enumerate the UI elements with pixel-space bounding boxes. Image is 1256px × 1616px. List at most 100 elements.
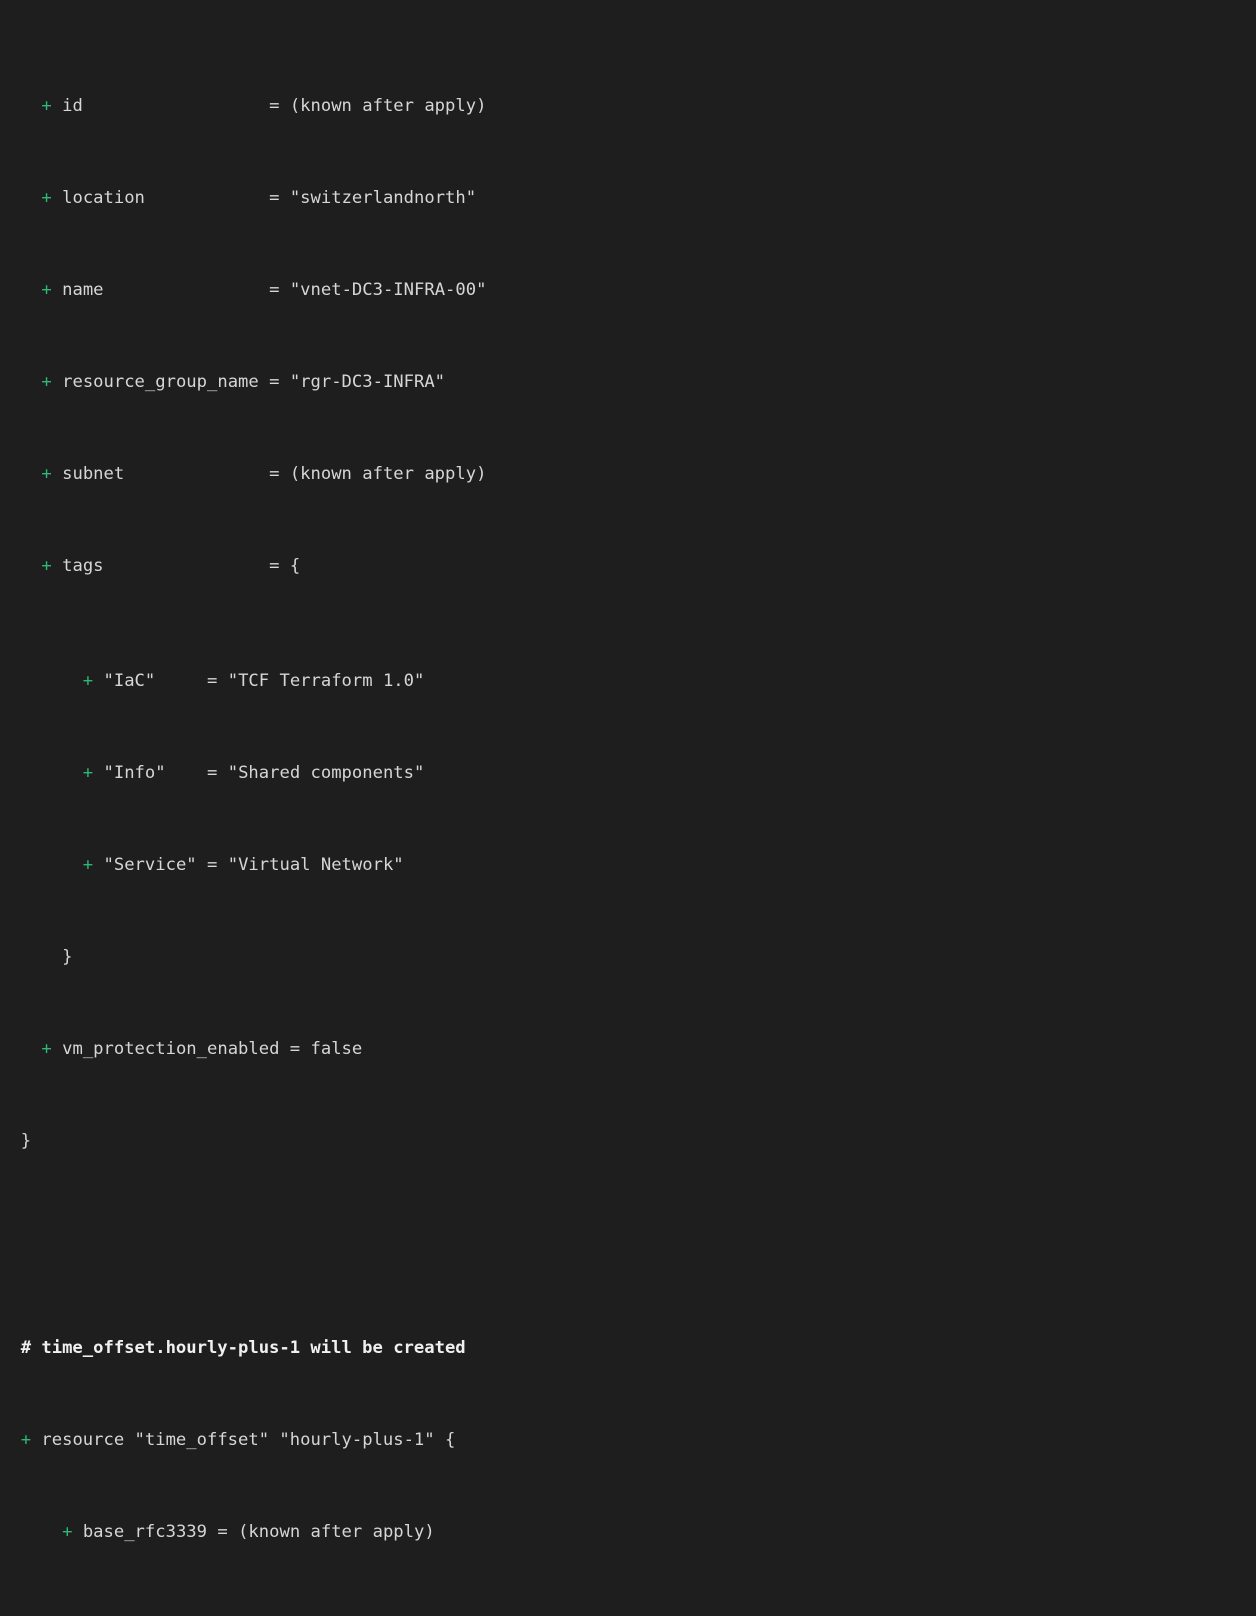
- terminal-output[interactable]: + id = (known after apply) + location = …: [0, 0, 1256, 1616]
- equals-sign: =: [269, 280, 280, 300]
- pad: [197, 855, 207, 875]
- attribute-line: + vm_protection_enabled = false: [0, 1038, 1256, 1061]
- pad: [166, 763, 207, 783]
- attribute-line: + id = (known after apply): [0, 95, 1256, 118]
- equals-sign: =: [269, 556, 280, 576]
- attribute-key: vm_protection_enabled: [62, 1039, 280, 1059]
- pad: [279, 1039, 289, 1059]
- pad: [155, 671, 207, 691]
- tags-closing-brace: }: [0, 947, 73, 967]
- equals-sign: =: [207, 671, 218, 691]
- attribute-line: + resource_group_name = "rgr-DC3-INFRA": [0, 371, 1256, 394]
- plus-marker-icon: +: [41, 556, 52, 576]
- resource-decl-text: resource "time_offset" "hourly-plus-1" {: [31, 1430, 456, 1450]
- attribute-value: (known after apply): [238, 1522, 435, 1542]
- tag-line: + "Service" = "Virtual Network": [0, 854, 1256, 877]
- attribute-key: day: [83, 1614, 114, 1616]
- equals-sign: =: [289, 1039, 301, 1059]
- pad: [259, 372, 269, 392]
- tag-key: "Info": [103, 763, 166, 783]
- plus-marker-icon: +: [82, 763, 94, 783]
- plus-marker-icon: +: [82, 671, 94, 691]
- attribute-value: "vnet-DC3-INFRA-00": [289, 280, 487, 300]
- tag-value: "TCF Terraform 1.0": [227, 671, 425, 691]
- pad: [104, 280, 270, 300]
- resource-closing-brace: }: [0, 1131, 32, 1151]
- plus-marker-icon: +: [82, 855, 94, 875]
- attribute-line: + base_rfc3339 = (known after apply): [0, 1521, 1256, 1544]
- attribute-value: false: [310, 1039, 363, 1059]
- attribute-line: + subnet = (known after apply): [0, 463, 1256, 486]
- pad: [124, 464, 269, 484]
- resource-comment: # time_offset.hourly-plus-1 will be crea…: [0, 1338, 466, 1358]
- pad: [145, 188, 269, 208]
- plus-marker-icon: +: [41, 188, 52, 208]
- plus-marker-icon: +: [41, 1039, 52, 1059]
- tag-key: "Service": [103, 855, 197, 875]
- plus-marker-icon: +: [20, 1430, 32, 1450]
- attribute-key: resource_group_name: [62, 372, 259, 392]
- attribute-value: (known after apply): [289, 96, 487, 116]
- plus-marker-icon: +: [41, 280, 52, 300]
- plus-marker-icon: +: [62, 1614, 72, 1616]
- plus-marker-icon: +: [62, 1522, 73, 1542]
- equals-sign: =: [269, 188, 280, 208]
- pad: [104, 556, 270, 576]
- plus-marker-icon: +: [41, 372, 52, 392]
- plus-marker-icon: +: [41, 464, 52, 484]
- pad: [114, 1614, 217, 1616]
- tag-value: "Shared components": [227, 763, 425, 783]
- equals-sign: =: [217, 1522, 228, 1542]
- equals-sign: =: [207, 763, 218, 783]
- equals-sign: =: [269, 464, 280, 484]
- attribute-value: "switzerlandnorth": [289, 188, 477, 208]
- open-brace: {: [289, 556, 301, 576]
- attribute-value: "rgr-DC3-INFRA": [289, 372, 446, 392]
- tag-line: + "IaC" = "TCF Terraform 1.0": [0, 670, 1256, 693]
- attribute-line-tags: + tags = {: [0, 555, 1256, 578]
- tag-key: "IaC": [103, 671, 156, 691]
- attribute-key: subnet: [62, 464, 125, 484]
- attribute-key: base_rfc3339: [82, 1522, 207, 1542]
- attribute-value: (known after apply): [289, 464, 487, 484]
- equals-sign: =: [217, 1614, 227, 1616]
- attribute-key: tags: [62, 556, 104, 576]
- equals-sign: =: [269, 372, 280, 392]
- tag-line: + "Info" = "Shared components": [0, 762, 1256, 785]
- attribute-line: + location = "switzerlandnorth": [0, 187, 1256, 210]
- plus-marker-icon: +: [41, 96, 52, 116]
- attribute-value: (known after apply): [238, 1614, 435, 1616]
